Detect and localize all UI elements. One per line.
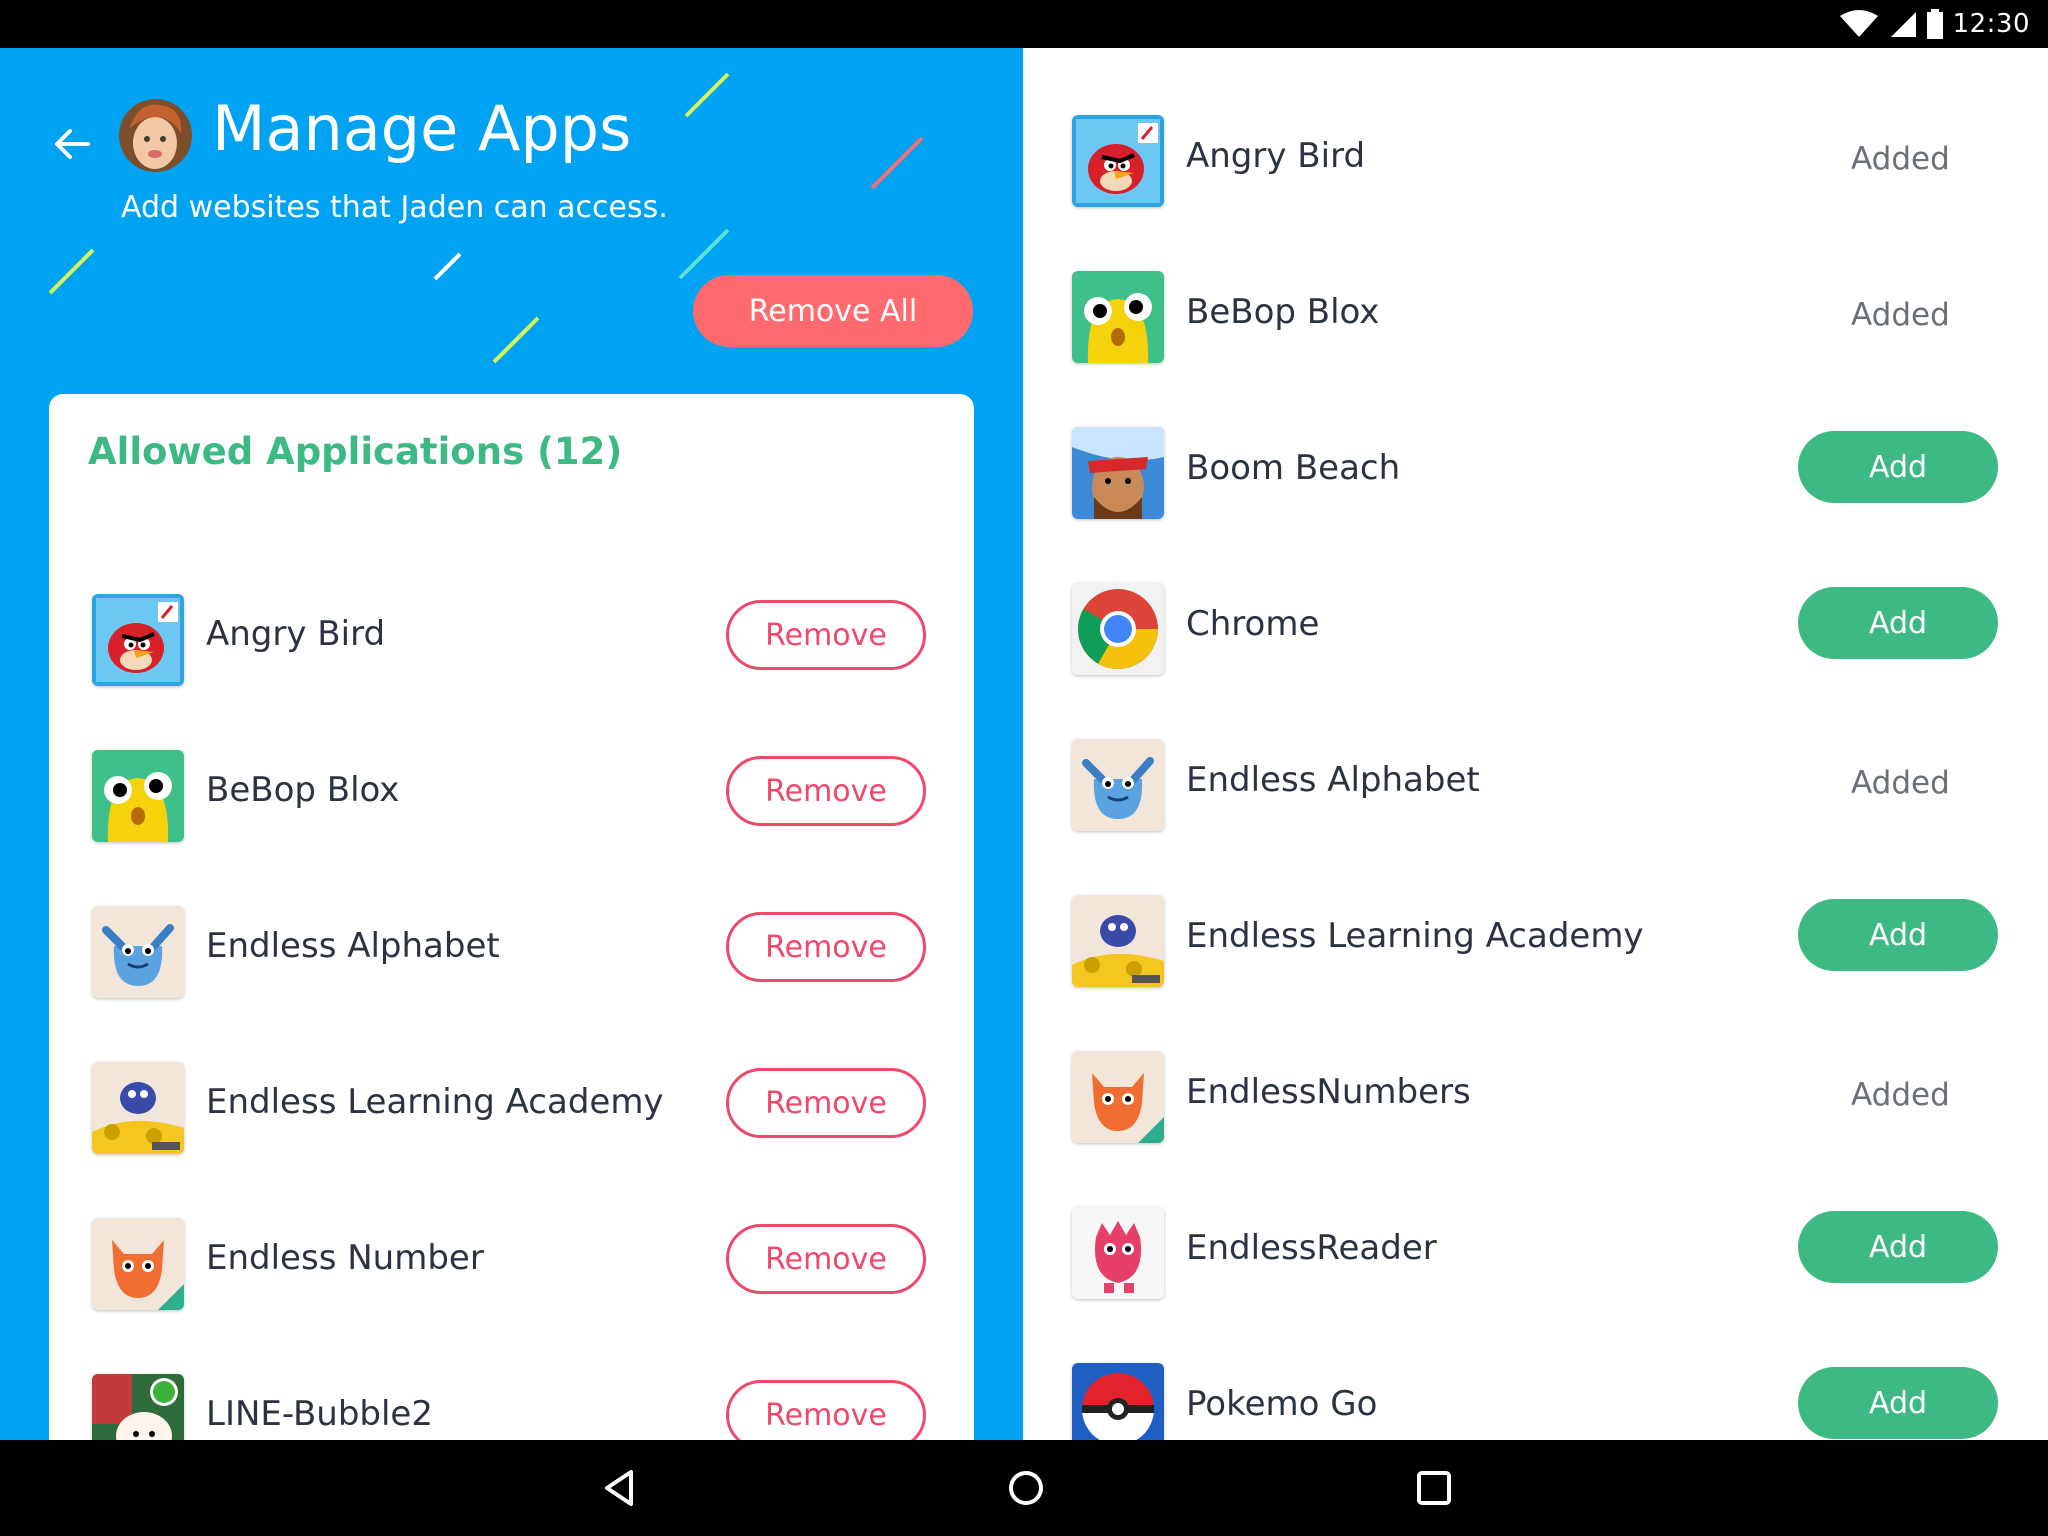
allowed-app-row: LINE-Bubble2 Remove <box>49 1336 974 1440</box>
app-name: Pokemo Go <box>1186 1384 1378 1424</box>
remove-button[interactable]: Remove <box>726 600 926 670</box>
catalog-app-row: Endless Alphabet Added <box>1023 672 2048 831</box>
page-title: Manage Apps <box>212 92 632 165</box>
chrome-icon <box>1072 583 1164 675</box>
app-name: Angry Bird <box>1186 136 1366 176</box>
app-name: Angry Bird <box>206 614 386 654</box>
added-status: Added <box>1851 297 1950 333</box>
clock: 12:30 <box>1952 9 2030 39</box>
catalog-app-row: EndlessNumbers Added <box>1023 984 2048 1143</box>
remove-button[interactable]: Remove <box>726 1224 926 1294</box>
app-catalog-panel: Angry Bird Added BeBop Blox Added Boom B… <box>1023 48 2048 1440</box>
allowed-app-row: BeBop Blox Remove <box>49 712 974 868</box>
manage-apps-panel: Manage Apps Add websites that Jaden can … <box>0 48 1023 1440</box>
app-name: BeBop Blox <box>1186 292 1380 332</box>
endless-numbers-icon <box>1072 1051 1164 1143</box>
endless-alphabet-icon <box>1072 739 1164 831</box>
app-name: Boom Beach <box>1186 448 1401 488</box>
allowed-applications-heading: Allowed Applications (12) <box>88 430 623 473</box>
added-status: Added <box>1851 765 1950 801</box>
endless-alphabet-icon <box>92 906 184 998</box>
remove-all-button[interactable]: Remove All <box>693 275 973 347</box>
added-status: Added <box>1851 141 1950 177</box>
app-name: Endless Learning Academy <box>206 1082 664 1122</box>
allowed-app-row: Endless Learning Academy Remove <box>49 1024 974 1180</box>
remove-button[interactable]: Remove <box>726 1380 926 1440</box>
app-name: Endless Alphabet <box>206 926 500 966</box>
boom-beach-icon <box>1072 427 1164 519</box>
app-name: EndlessNumbers <box>1186 1072 1471 1112</box>
back-triangle-icon <box>605 1470 633 1506</box>
app-name: Endless Alphabet <box>1186 760 1480 800</box>
add-button[interactable]: Add <box>1798 1367 1998 1439</box>
catalog-app-row: Endless Learning Academy Add <box>1023 828 2048 987</box>
cellular-signal-icon <box>1890 12 1916 37</box>
endless-reader-icon <box>1072 1207 1164 1299</box>
page-subtitle: Add websites that Jaden can access. <box>121 190 668 225</box>
nav-home-button[interactable] <box>1002 1464 1050 1512</box>
add-button[interactable]: Add <box>1798 587 1998 659</box>
remove-button[interactable]: Remove <box>726 912 926 982</box>
remove-button[interactable]: Remove <box>726 756 926 826</box>
navigation-bar <box>0 1440 2048 1536</box>
back-arrow-button[interactable] <box>48 120 96 168</box>
recents-square-icon <box>1417 1471 1451 1505</box>
catalog-app-row: BeBop Blox Added <box>1023 204 2048 363</box>
allowed-app-row: Angry Bird Remove <box>49 556 974 712</box>
app-name: EndlessReader <box>1186 1228 1437 1268</box>
line-bubble-icon <box>92 1374 184 1440</box>
catalog-app-row: EndlessReader Add <box>1023 1140 2048 1299</box>
battery-icon <box>1926 9 1943 39</box>
home-circle-icon <box>1009 1471 1043 1505</box>
nav-back-button[interactable] <box>595 1464 643 1512</box>
endless-learning-academy-icon <box>1072 895 1164 987</box>
add-button[interactable]: Add <box>1798 1211 1998 1283</box>
added-status: Added <box>1851 1077 1950 1113</box>
app-name: LINE-Bubble2 <box>206 1394 433 1434</box>
angry-bird-icon <box>1072 115 1164 207</box>
nav-recents-button[interactable] <box>1410 1464 1458 1512</box>
bebop-blox-icon <box>92 750 184 842</box>
app-name: Endless Number <box>206 1238 484 1278</box>
catalog-app-row: Boom Beach Add <box>1023 360 2048 519</box>
app-name: Chrome <box>1186 604 1320 644</box>
allowed-app-row: Endless Number Remove <box>49 1180 974 1336</box>
status-bar: 12:30 <box>0 0 2048 48</box>
child-avatar[interactable] <box>119 99 192 172</box>
catalog-app-row: Chrome Add <box>1023 516 2048 675</box>
bebop-blox-icon <box>1072 271 1164 363</box>
app-name: Endless Learning Academy <box>1186 916 1644 956</box>
pokeball-icon <box>1072 1363 1164 1440</box>
remove-button[interactable]: Remove <box>726 1068 926 1138</box>
endless-number-icon <box>92 1218 184 1310</box>
catalog-app-row: Angry Bird Added <box>1023 48 2048 207</box>
catalog-app-row: Pokemo Go Add <box>1023 1296 2048 1440</box>
wifi-icon <box>1839 10 1878 37</box>
allowed-applications-card: Allowed Applications (12) Angry Bird Rem… <box>49 394 974 1440</box>
allowed-app-row: Endless Alphabet Remove <box>49 868 974 1024</box>
add-button[interactable]: Add <box>1798 899 1998 971</box>
back-arrow-icon <box>55 129 90 159</box>
app-name: BeBop Blox <box>206 770 400 810</box>
endless-learning-academy-icon <box>92 1062 184 1154</box>
angry-bird-icon <box>92 594 184 686</box>
add-button[interactable]: Add <box>1798 431 1998 503</box>
